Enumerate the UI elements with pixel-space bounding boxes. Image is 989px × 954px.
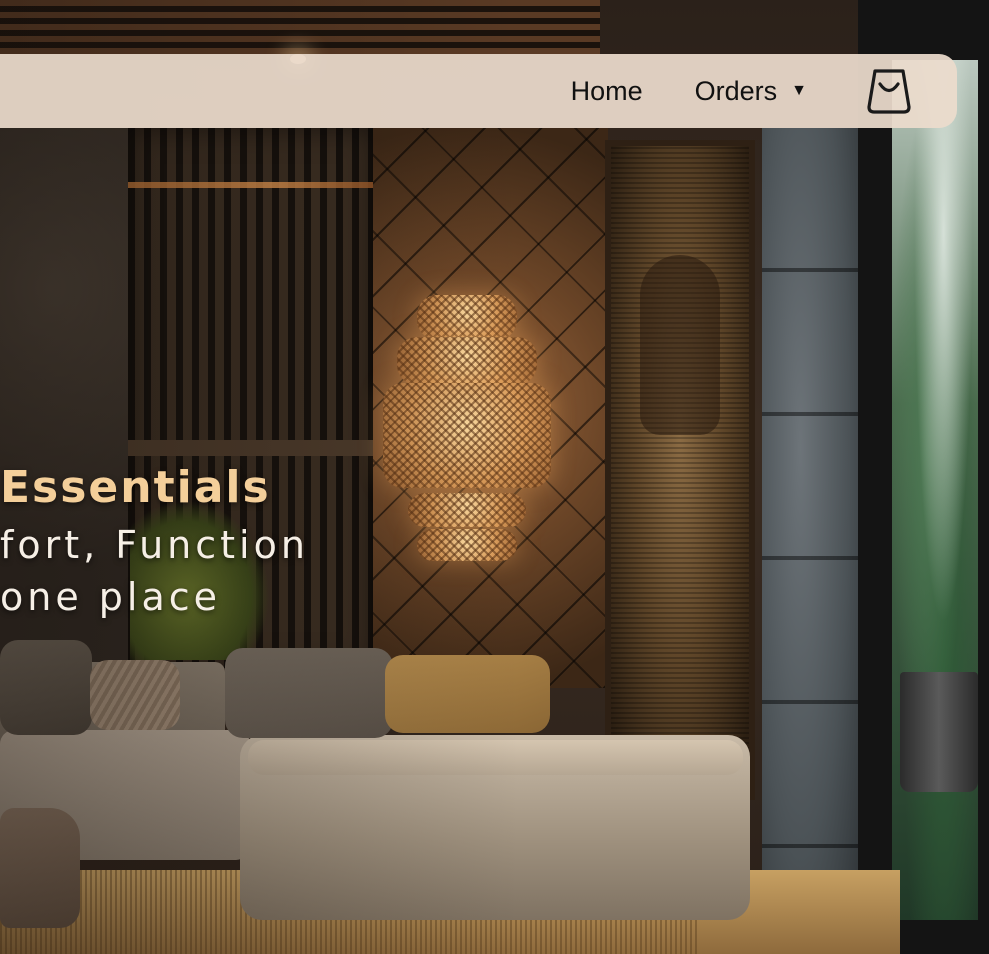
- carved-figure: [640, 255, 720, 435]
- hero-title: Essentials: [0, 462, 271, 513]
- stone-pillar: [762, 128, 858, 928]
- cart-button[interactable]: [865, 67, 913, 115]
- caret-down-icon: ▼: [791, 82, 807, 99]
- carved-wood-panel: [605, 140, 755, 800]
- hero-subtitle-line2: one place: [0, 575, 222, 619]
- hero-copy: Essentials fort, Function one place: [0, 462, 309, 623]
- nav-orders-dropdown[interactable]: Orders ▼: [695, 76, 807, 107]
- shopping-bag-icon: [867, 69, 911, 114]
- hero-subtitle-line1: fort, Function: [0, 523, 309, 567]
- top-navbar: Home Orders ▼: [0, 54, 957, 128]
- nav-orders-label: Orders: [694, 75, 778, 106]
- planter: [900, 672, 978, 792]
- nav-home-link[interactable]: Home: [571, 76, 643, 107]
